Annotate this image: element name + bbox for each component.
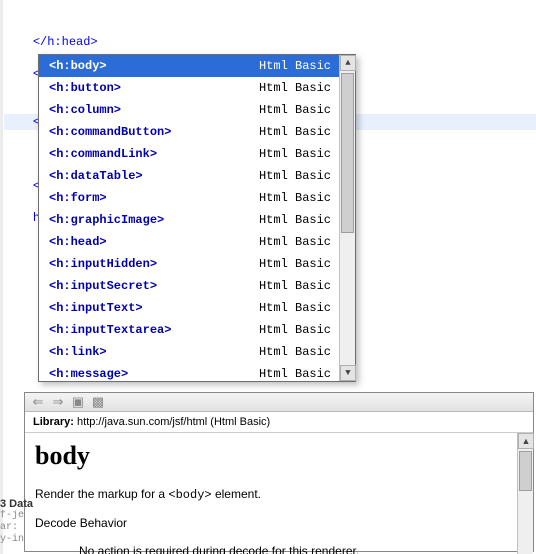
autocomplete-item[interactable]: <h:inputSecret> Html Basic — [39, 275, 339, 297]
autocomplete-item-category: Html Basic — [259, 189, 331, 207]
autocomplete-item-name: <h:inputHidden> — [49, 255, 157, 273]
autocomplete-item-name: <h:graphicImage> — [49, 211, 164, 229]
doc-scrollbar[interactable]: ▲ ▼ — [517, 433, 533, 554]
autocomplete-item-category: Html Basic — [259, 145, 331, 163]
autocomplete-item[interactable]: <h:inputText> Html Basic — [39, 297, 339, 319]
doc-subheading: Decode Behavior — [35, 516, 507, 530]
autocomplete-item-name: <h:message> — [49, 365, 128, 381]
autocomplete-item-category: Html Basic — [259, 101, 331, 119]
autocomplete-item-category: Html Basic — [259, 299, 331, 317]
gutter-fragment: f-je ar: y-inc — [0, 510, 24, 546]
autocomplete-item-category: Html Basic — [259, 211, 331, 229]
autocomplete-list[interactable]: <h:body>Html Basic<h:button>Html Basic<h… — [39, 55, 339, 381]
indent — [4, 115, 33, 129]
autocomplete-item-name: <h:commandLink> — [49, 145, 157, 163]
autocomplete-item[interactable]: <h:column> Html Basic — [39, 99, 339, 121]
autocomplete-item-name: <h:head> — [49, 233, 107, 251]
library-value: http://java.sun.com/jsf/html (Html Basic… — [77, 416, 270, 428]
autocomplete-item[interactable]: <h:inputTextarea> Html Basic — [39, 319, 339, 341]
doc-text: element. — [212, 487, 261, 501]
doc-text: Render the markup for a — [35, 487, 168, 501]
autocomplete-item-name: <h:column> — [49, 101, 121, 119]
autocomplete-item-name: <h:body> — [49, 57, 107, 75]
autocomplete-item-name: <h:inputSecret> — [49, 277, 157, 295]
autocomplete-item[interactable]: <h:head> Html Basic — [39, 231, 339, 253]
toolbar-button-2[interactable]: ▩ — [89, 393, 107, 411]
autocomplete-item[interactable]: <h:body> Html Basic — [39, 55, 339, 77]
autocomplete-item-category: Html Basic — [259, 255, 331, 273]
documentation-panel: ⇐ ⇒ ▣ ▩ Library: http://java.sun.com/jsf… — [24, 392, 534, 552]
autocomplete-item[interactable]: <h:dataTable> Html Basic — [39, 165, 339, 187]
doc-paragraph: No action is required during decode for … — [35, 544, 507, 554]
arrow-right-icon: ⇒ — [53, 394, 64, 410]
forward-button[interactable]: ⇒ — [49, 393, 67, 411]
autocomplete-item-category: Html Basic — [259, 343, 331, 361]
autocomplete-item-name: <h:button> — [49, 79, 121, 97]
autocomplete-item-category: Html Basic — [259, 365, 331, 381]
scroll-thumb[interactable] — [341, 73, 354, 233]
code-line: </h:head> — [33, 35, 98, 49]
autocomplete-item-category: Html Basic — [259, 123, 331, 141]
doc-title: body — [35, 441, 507, 471]
doc-code: <body> — [168, 488, 211, 502]
autocomplete-item-name: <h:inputTextarea> — [49, 321, 171, 339]
scroll-up-icon[interactable]: ▲ — [518, 433, 534, 449]
panel-icon: ▩ — [92, 394, 104, 410]
back-button[interactable]: ⇐ — [29, 393, 47, 411]
editor-gutter — [0, 0, 3, 554]
autocomplete-item-category: Html Basic — [259, 277, 331, 295]
autocomplete-item-category: Html Basic — [259, 233, 331, 251]
autocomplete-item-name: <h:commandButton> — [49, 123, 171, 141]
autocomplete-popup: <h:body>Html Basic<h:button>Html Basic<h… — [38, 54, 356, 382]
autocomplete-item[interactable]: <h:button> Html Basic — [39, 77, 339, 99]
autocomplete-item-category: Html Basic — [259, 57, 331, 75]
autocomplete-item[interactable]: <h:link> Html Basic — [39, 341, 339, 363]
autocomplete-item[interactable]: <h:message> Html Basic — [39, 363, 339, 381]
autocomplete-item-name: <h:form> — [49, 189, 107, 207]
doc-library-line: Library: http://java.sun.com/jsf/html (H… — [25, 412, 533, 433]
autocomplete-item-name: <h:link> — [49, 343, 107, 361]
scroll-down-icon[interactable]: ▼ — [340, 365, 356, 381]
autocomplete-item[interactable]: <h:commandLink> Html Basic — [39, 143, 339, 165]
doc-paragraph: Render the markup for a <body> element. — [35, 487, 507, 502]
autocomplete-item-category: Html Basic — [259, 167, 331, 185]
autocomplete-scrollbar[interactable]: ▲ ▼ — [339, 55, 355, 381]
autocomplete-item-name: <h:inputText> — [49, 299, 143, 317]
autocomplete-item[interactable]: <h:graphicImage> Html Basic — [39, 209, 339, 231]
scroll-thumb[interactable] — [519, 451, 532, 491]
doc-toolbar: ⇐ ⇒ ▣ ▩ — [25, 393, 533, 412]
autocomplete-item[interactable]: <h:form> Html Basic — [39, 187, 339, 209]
doc-body: body Render the markup for a <body> elem… — [25, 433, 517, 554]
panel-icon: ▣ — [72, 394, 84, 410]
library-label: Library: — [33, 416, 74, 428]
autocomplete-item[interactable]: <h:commandButton> Html Basic — [39, 121, 339, 143]
autocomplete-item-category: Html Basic — [259, 79, 331, 97]
scroll-up-icon[interactable]: ▲ — [340, 55, 356, 71]
toolbar-button-1[interactable]: ▣ — [69, 393, 87, 411]
autocomplete-item-name: <h:dataTable> — [49, 167, 143, 185]
autocomplete-item[interactable]: <h:inputHidden> Html Basic — [39, 253, 339, 275]
arrow-left-icon: ⇐ — [33, 394, 44, 410]
side-tab-label[interactable]: 3 Data — [0, 498, 33, 510]
autocomplete-item-category: Html Basic — [259, 321, 331, 339]
